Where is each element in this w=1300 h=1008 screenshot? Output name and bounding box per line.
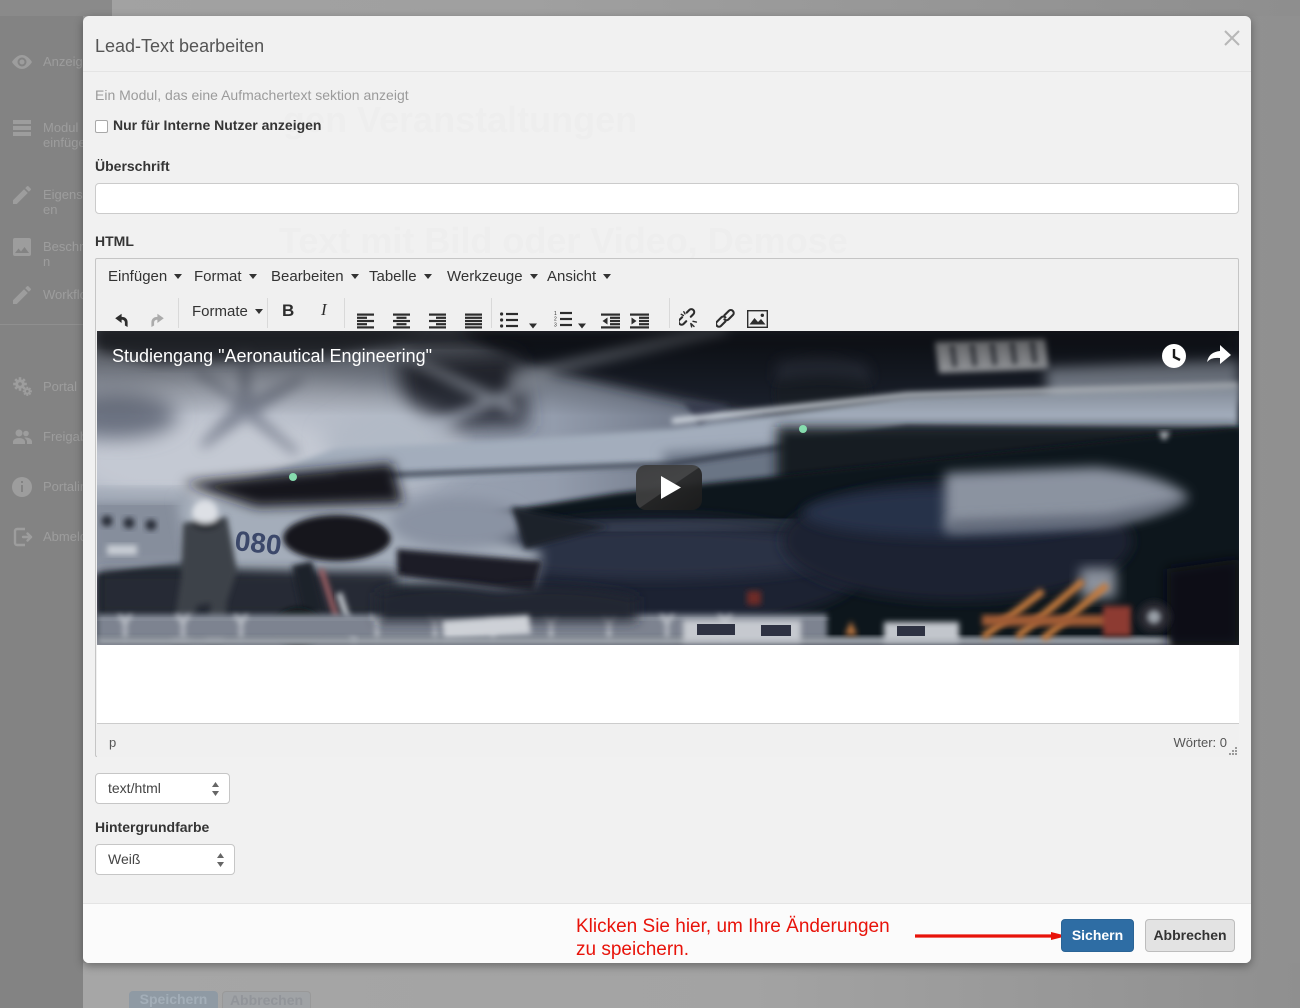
svg-text:Studiengang "Aeronautical Engi: Studiengang "Aeronautical Engineering" [112, 346, 432, 366]
svg-text:3: 3 [554, 323, 557, 329]
svg-text:080: 080 [233, 525, 283, 561]
